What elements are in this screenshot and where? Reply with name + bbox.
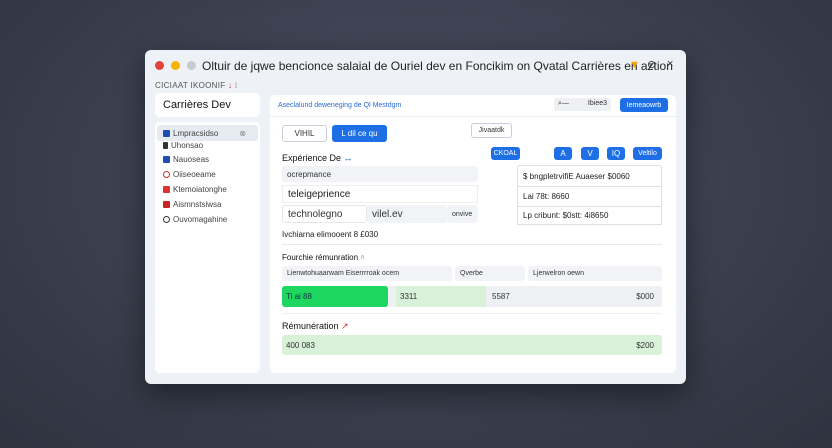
remuneration-max: $200 bbox=[636, 341, 654, 350]
sidebar-item-7[interactable]: Ouvomagahine bbox=[163, 215, 227, 224]
tab-1[interactable]: VIHIL bbox=[282, 125, 327, 142]
main-panel: Aseclalund deweneging de Ql Mestdgm ⌕— Ib… bbox=[270, 95, 676, 373]
user-icon bbox=[163, 130, 170, 137]
sidebar-item-label: Aismnstsiwsa bbox=[173, 200, 222, 209]
grid-icon bbox=[163, 156, 170, 163]
warning-icon[interactable]: ▼ bbox=[629, 59, 640, 71]
breadcrumb[interactable]: Aseclalund deweneging de Ql Mestdgm bbox=[278, 102, 401, 109]
icon-button-5[interactable]: Veltilo bbox=[633, 147, 662, 160]
sidebar-item-4[interactable]: Oiiseoeame bbox=[163, 170, 216, 179]
tag-icon bbox=[163, 186, 170, 193]
minimize-dot[interactable] bbox=[171, 61, 180, 70]
remuneration-bar: 400 083 $200 bbox=[282, 335, 662, 355]
window-subtitle: CICIAAT IKOONIF ↓ ⁝ bbox=[155, 81, 238, 90]
icon-button-4[interactable]: IQ bbox=[607, 147, 625, 160]
seg3-label: 5587 bbox=[492, 292, 510, 301]
icon-button-2[interactable]: A bbox=[554, 147, 572, 160]
close-dot[interactable] bbox=[155, 61, 164, 70]
icon-button-3[interactable]: V bbox=[581, 147, 599, 160]
remuneration-min: 400 083 bbox=[286, 341, 315, 350]
summary-line-2: Lai 78t: 8660 bbox=[517, 187, 662, 207]
sidebar-item-label: Ktemoiatonghe bbox=[173, 185, 227, 194]
header-action-button[interactable]: Iemeaowrb bbox=[620, 98, 668, 112]
filter-button[interactable]: Jivaatdk bbox=[471, 123, 512, 138]
sidebar-item-label: Uhonsao bbox=[171, 141, 204, 150]
fourchette-tab-3[interactable]: Ljerwelron oewn bbox=[528, 266, 662, 281]
search-icon bbox=[163, 171, 170, 178]
salary-range-bar: Ti ai 88 3311 5587 $000 bbox=[282, 286, 662, 307]
experience-field-1[interactable]: ocrepmance bbox=[282, 166, 478, 182]
maximize-dot[interactable] bbox=[187, 61, 196, 70]
pin-icon bbox=[163, 142, 168, 149]
experience-field-4[interactable]: vilel.ev bbox=[367, 205, 447, 223]
globe-icon bbox=[163, 216, 170, 223]
fourchette-tab-1[interactable]: Lienwtohuaarwam Eiserrrroak ocem bbox=[282, 266, 452, 281]
icon-button-1[interactable]: CKOAL bbox=[491, 147, 520, 160]
search-icon: ⌕— bbox=[558, 100, 569, 107]
experience-title: Expérience De ↔ bbox=[282, 153, 353, 163]
sidebar-item-2[interactable]: Uhonsao bbox=[163, 141, 203, 150]
sidebar-item-1[interactable]: Lmpracsidso ⊗ bbox=[163, 129, 246, 138]
seg1-label: Ti ai 88 bbox=[286, 292, 312, 301]
experience-note: Ivchiarna elimooent 8 £030 bbox=[282, 230, 379, 239]
experience-field-5[interactable]: onvive bbox=[447, 205, 478, 223]
block-icon[interactable]: ⊘ bbox=[647, 58, 656, 71]
fourchette-title: Fourchie rémunration ˄ bbox=[282, 253, 365, 262]
experience-field-3[interactable]: technolegno bbox=[282, 205, 367, 223]
sidebar-item-label: Ouvomagahine bbox=[173, 215, 228, 224]
app-window: Oltuir de jqwe bencionce salaial de Ouri… bbox=[145, 50, 686, 384]
close-icon[interactable]: × bbox=[667, 58, 673, 70]
fourchette-tab-2[interactable]: Qverbe bbox=[455, 266, 525, 281]
sidebar-item-label: Lmpracsidso bbox=[173, 129, 219, 138]
window-title: Oltuir de jqwe bencionce salaial de Ouri… bbox=[202, 59, 673, 73]
sidebar: Lmpracsidso ⊗ Uhonsao Nauoseas Oiiseoeame… bbox=[155, 122, 260, 373]
brand-card: Carrières Dev bbox=[155, 93, 260, 117]
remuneration-title: Rémunération ↗ bbox=[282, 321, 349, 331]
sidebar-item-label: Nauoseas bbox=[173, 155, 210, 164]
sidebar-item-5[interactable]: Ktemoiatonghe bbox=[163, 185, 227, 194]
briefcase-icon bbox=[163, 201, 170, 208]
summary-line-3: Lp cribunt: $0stt: 4i8650 bbox=[517, 207, 662, 225]
tab-2[interactable]: L dil ce qu bbox=[332, 125, 387, 142]
seg2-label: 3311 bbox=[400, 292, 418, 301]
search-input[interactable]: ⌕— Ibiee3 bbox=[554, 98, 611, 111]
max-label: $000 bbox=[636, 292, 654, 301]
summary-line-1: $ bngpletrvifiE Auaeser $0060 bbox=[517, 165, 662, 187]
sidebar-item-6[interactable]: Aismnstsiwsa bbox=[163, 200, 221, 209]
experience-field-2[interactable]: teleigeprience bbox=[282, 185, 478, 203]
sidebar-item-label: Oiiseoeame bbox=[173, 170, 216, 179]
sidebar-item-3[interactable]: Nauoseas bbox=[163, 155, 209, 164]
